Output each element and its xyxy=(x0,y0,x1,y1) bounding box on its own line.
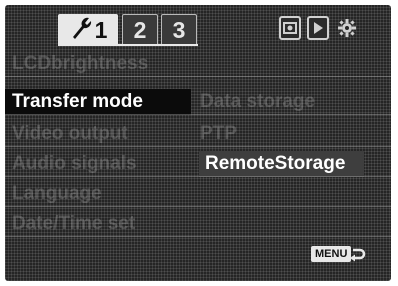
menu-item-language[interactable]: Language xyxy=(12,181,102,207)
menu-row: LCDbrightness xyxy=(5,51,391,77)
camera-record-icon[interactable] xyxy=(279,16,301,40)
menu-item-date-time-set[interactable]: Date/Time set xyxy=(12,211,135,237)
menu-row: Audio signals RemoteStorage xyxy=(5,151,391,177)
menu-item-lcd-brightness[interactable]: LCDbrightness xyxy=(12,51,148,77)
tab-label: 1 xyxy=(94,17,108,43)
row-divider xyxy=(5,206,391,207)
menu-row: Language xyxy=(5,181,391,207)
tab-label: 2 xyxy=(133,17,147,43)
row-divider xyxy=(5,146,391,147)
menu-row: Transfer mode Data storage xyxy=(5,89,391,115)
tab-setup-3[interactable]: 3 xyxy=(161,14,197,44)
tab-setup-1[interactable]: 1 xyxy=(58,14,118,44)
playback-icon[interactable] xyxy=(307,16,329,40)
return-arrow-icon[interactable] xyxy=(349,245,367,263)
menu-item-transfer-mode[interactable]: Transfer mode xyxy=(5,89,191,115)
row-divider xyxy=(5,114,391,115)
tab-underline xyxy=(58,44,198,46)
row-divider xyxy=(5,176,391,177)
setup-gear-icon[interactable] xyxy=(336,16,358,40)
camera-menu-screen: 1 2 3 LCDbrightness Transfer mode Data s… xyxy=(5,5,391,281)
menu-button-label[interactable]: MENU xyxy=(311,246,352,262)
menu-row: Date/Time set xyxy=(5,211,391,237)
option-remote-storage[interactable]: RemoteStorage xyxy=(199,151,364,177)
menu-item-audio-signals[interactable]: Audio signals xyxy=(12,151,137,177)
option-data-storage[interactable]: Data storage xyxy=(200,89,315,115)
footer-bar: MENU xyxy=(5,235,391,281)
tab-setup-2[interactable]: 2 xyxy=(122,14,158,44)
option-ptp[interactable]: PTP xyxy=(200,121,237,147)
row-divider xyxy=(5,76,391,77)
menu-item-video-output[interactable]: Video output xyxy=(12,121,128,147)
menu-row: Video output PTP xyxy=(5,121,391,147)
tab-bar: 1 2 3 xyxy=(5,5,391,51)
tab-label: 3 xyxy=(172,17,186,43)
